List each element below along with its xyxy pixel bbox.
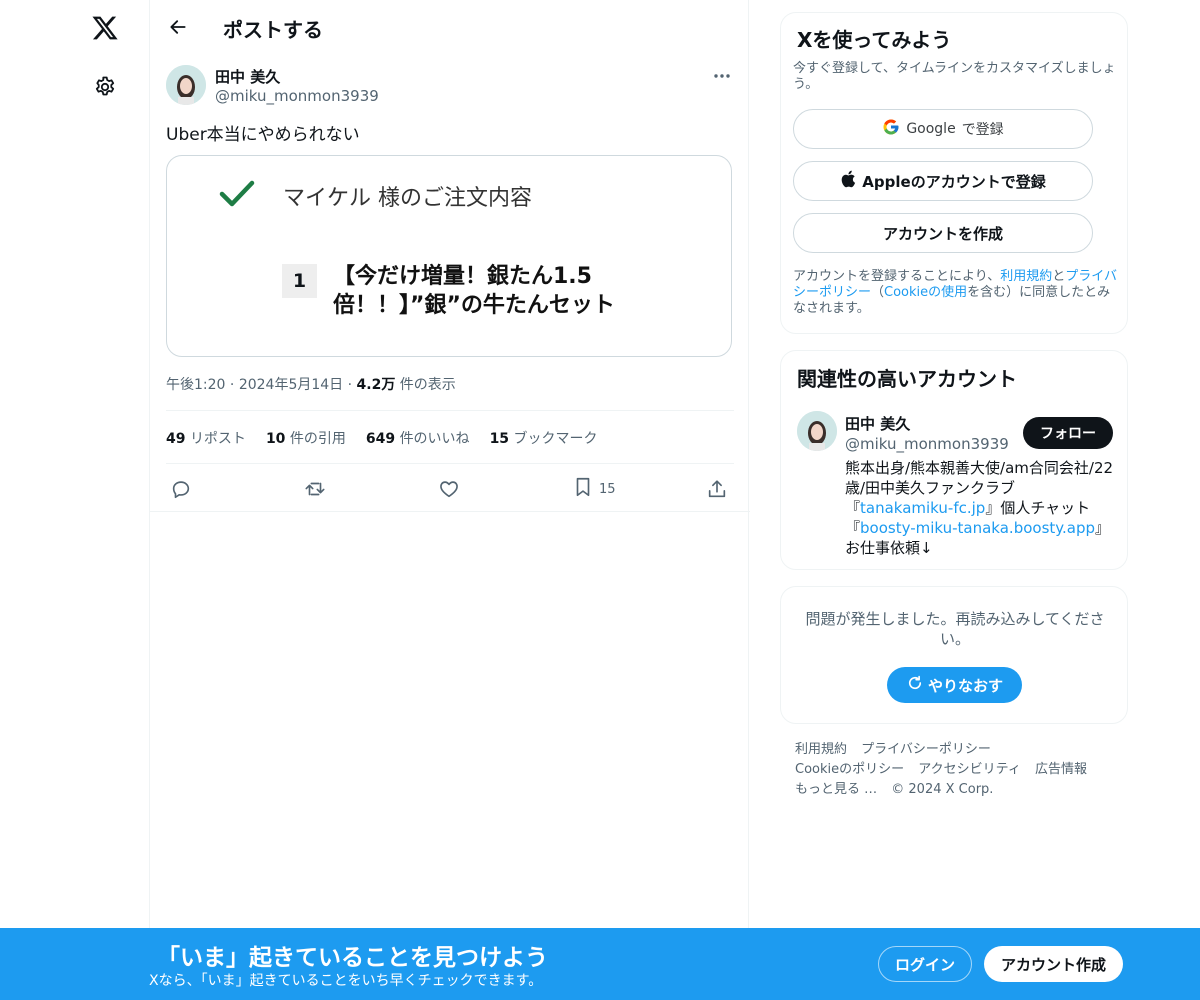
avatar[interactable] (797, 411, 837, 451)
footer-copyright: © 2024 X Corp. (891, 782, 994, 797)
post-actions: 15 (166, 474, 734, 504)
signup-subtitle: 今すぐ登録して、タイムラインをカスタマイズしましょう。 (793, 61, 1116, 92)
related-title: 関連性の高いアカウント (797, 367, 1017, 391)
share-icon[interactable] (706, 476, 728, 502)
bio-link-boosty[interactable]: boosty-miku-tanaka.boosty.app (860, 519, 1095, 537)
post-meta: 午後1:20 · 2024年5月14日 · 4.2万 件の表示 (166, 374, 456, 394)
divider (166, 410, 734, 411)
apple-icon (840, 170, 856, 192)
back-arrow-icon[interactable] (162, 11, 194, 43)
apple-signup-label: Appleのアカウントで登録 (862, 172, 1046, 191)
checkmark-icon (219, 178, 255, 214)
create-account-button[interactable]: アカウントを作成 (793, 213, 1093, 253)
cookie-link[interactable]: Cookieの使用 (884, 285, 967, 300)
author-handle[interactable]: @miku_monmon3939 (215, 87, 379, 105)
avatar[interactable] (166, 65, 206, 105)
google-icon (882, 118, 900, 140)
error-message: 問題が発生しました。再読み込みしてください。 (805, 610, 1105, 648)
error-card: 問題が発生しました。再読み込みしてください。 やりなおす (780, 586, 1128, 724)
post-header: ポストする (150, 0, 750, 54)
views-label: 件の表示 (399, 377, 456, 393)
post-time[interactable]: 午後1:20 (166, 377, 225, 393)
more-options-icon[interactable] (710, 66, 734, 86)
terms-link[interactable]: 利用規約 (1000, 269, 1052, 284)
apple-signup-button[interactable]: Appleのアカウントで登録 (793, 161, 1093, 201)
bottom-bar-subtitle: Xなら、「いま」起きていることをいち早くチェックできます。 (149, 973, 543, 989)
sidebar-footer: 利用規約 プライバシーポリシー Cookieのポリシー アクセシビリティ 広告情… (795, 740, 1125, 800)
order-quantity: 1 (282, 264, 317, 298)
related-account-name[interactable]: 田中 美久 (845, 413, 910, 434)
follow-button[interactable]: フォロー (1023, 417, 1113, 449)
signup-button[interactable]: アカウント作成 (984, 946, 1123, 982)
signup-title: Xを使ってみよう (797, 28, 952, 52)
reposts-stat[interactable]: 49 リポスト (166, 428, 246, 448)
x-logo-icon[interactable] (87, 10, 123, 46)
views-count: 4.2万 (356, 377, 396, 393)
likes-stat[interactable]: 649 件のいいね (366, 428, 470, 448)
divider (150, 511, 750, 512)
signup-card: Xを使ってみよう 今すぐ登録して、タイムラインをカスタマイズしましょう。 Goo… (780, 12, 1128, 334)
related-account-bio: 熊本出身/熊本親善大使/am合同会社/22歳/田中美久ファンクラブ『tanaka… (845, 459, 1114, 557)
footer-more-link[interactable]: もっと見る … (795, 782, 877, 797)
signup-terms: アカウントを登録することにより、利用規約とプライバシーポリシー（Cookieの使… (793, 269, 1118, 316)
google-signup-suffix: で登録 (961, 122, 1004, 138)
related-accounts-card: 関連性の高いアカウント 田中 美久 @miku_monmon3939 フォロー … (780, 350, 1128, 570)
separator-dot: · (229, 377, 239, 393)
google-brand: Google (906, 121, 956, 137)
bookmark-count: 15 (599, 481, 616, 497)
bio-link-fanclub[interactable]: tanakamiku-fc.jp (860, 499, 985, 517)
refresh-icon (906, 674, 924, 696)
footer-accessibility-link[interactable]: アクセシビリティ (918, 762, 1021, 777)
quotes-stat[interactable]: 10 件の引用 (266, 428, 346, 448)
footer-cookie-link[interactable]: Cookieのポリシー (795, 762, 904, 777)
post-date[interactable]: 2024年5月14日 (239, 377, 343, 393)
page-title: ポストする (223, 18, 323, 42)
google-signup-button[interactable]: Google で登録 (793, 109, 1093, 149)
post-text: Uber本当にやめられない (166, 125, 360, 145)
separator-dot: · (347, 377, 357, 393)
post-author: 田中 美久 @miku_monmon3939 (166, 64, 734, 108)
footer-terms-link[interactable]: 利用規約 (795, 742, 847, 757)
main-column: ポストする 田中 美久 @miku_monmon3939 Uber本当にやめられ… (149, 0, 750, 1000)
bottom-signup-bar: 「いま」起きていることを見つけよう Xなら、「いま」起きていることをいち早くチェ… (0, 928, 1200, 1000)
post-stats: 49 リポスト 10 件の引用 649 件のいいね 15 ブックマーク (166, 428, 598, 448)
order-title: マイケル 様のご注文内容 (283, 186, 532, 211)
divider (166, 463, 734, 464)
gear-icon[interactable] (90, 72, 120, 102)
retry-label: やりなおす (927, 676, 1003, 695)
post-media-image[interactable]: マイケル 様のご注文内容 1 【今だけ増量！銀たん1.5倍！！】”銀”の牛たんセ… (166, 155, 732, 357)
like-heart-icon[interactable] (438, 476, 460, 502)
left-nav (0, 0, 150, 1000)
order-item-name: 【今だけ増量！銀たん1.5倍！！】”銀”の牛たんセット (333, 264, 615, 318)
reply-icon[interactable] (170, 476, 192, 502)
related-account-handle[interactable]: @miku_monmon3939 (845, 435, 1009, 453)
footer-privacy-link[interactable]: プライバシーポリシー (861, 742, 991, 757)
bookmark-icon (573, 476, 593, 502)
repost-icon[interactable] (303, 476, 327, 502)
create-account-label: アカウントを作成 (882, 224, 1003, 243)
footer-ads-link[interactable]: 広告情報 (1035, 762, 1087, 777)
login-button[interactable]: ログイン (878, 946, 972, 982)
bottom-bar-title: 「いま」起きていることを見つけよう (157, 945, 548, 971)
bookmarks-stat[interactable]: 15 ブックマーク (490, 428, 598, 448)
bookmark-button[interactable]: 15 (573, 476, 616, 502)
author-name[interactable]: 田中 美久 (215, 66, 280, 87)
retry-button[interactable]: やりなおす (887, 667, 1022, 703)
